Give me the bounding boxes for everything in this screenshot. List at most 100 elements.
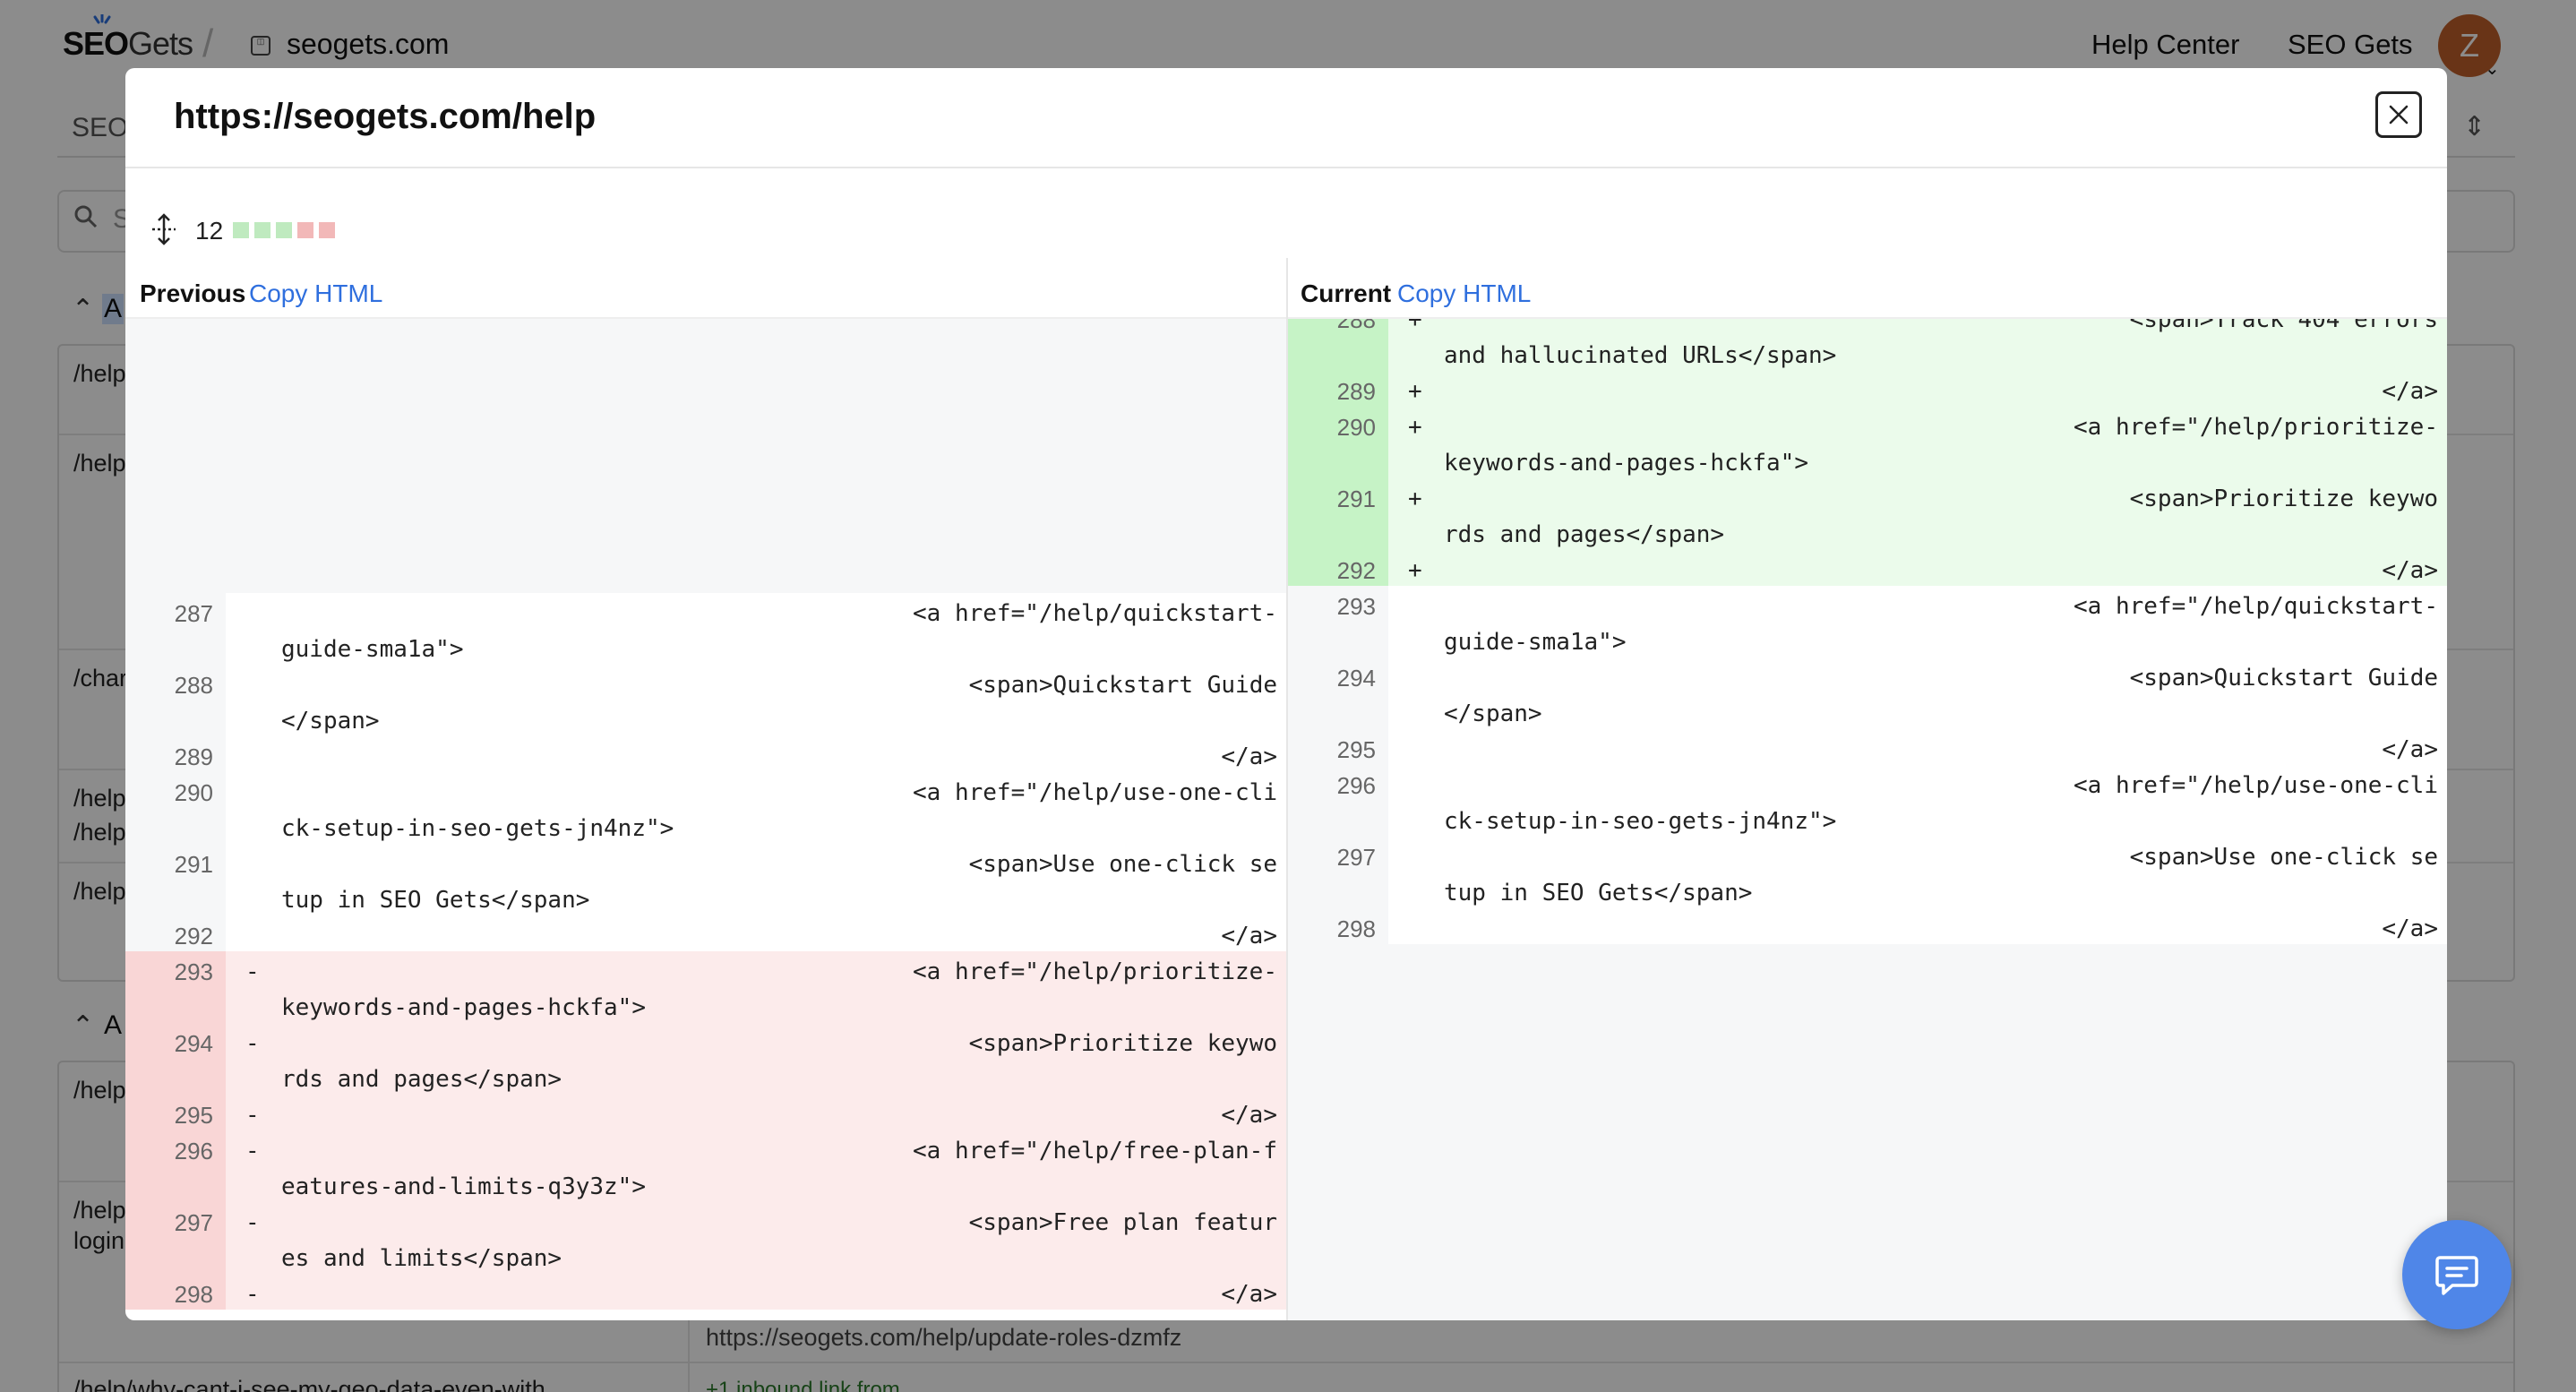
modal-header: https://seogets.com/help <box>125 68 2447 168</box>
changed-lines-count: 12 <box>195 217 224 245</box>
line-gutter: 293 <box>1288 586 1388 657</box>
context-line: 298 </a> <box>1288 908 2447 944</box>
code-line-part: <a href="/help/prioritize- <box>913 958 1277 985</box>
line-number: 289 <box>174 743 213 770</box>
code-line-part: </a> <box>2382 915 2438 942</box>
line-gutter: 291 <box>125 844 226 915</box>
line-number: 294 <box>1336 665 1376 692</box>
line-gutter: 296 <box>1288 765 1388 837</box>
diff-marker: + <box>1408 378 1422 405</box>
diff-stat-box <box>297 222 313 238</box>
line-number: 295 <box>174 1102 213 1129</box>
code-line-wrap: ck-setup-in-seo-gets-jn4nz"> <box>281 815 674 842</box>
code-line-wrap: keywords-and-pages-hckfa"> <box>281 994 646 1021</box>
previous-label: Previous <box>140 279 246 307</box>
line-number: 295 <box>1336 736 1376 763</box>
line-gutter: 294 <box>1288 657 1388 729</box>
code-line-part: <a href="/help/free-plan-f <box>913 1138 1277 1164</box>
diff-marker: + <box>1408 557 1422 584</box>
copy-current-html-button[interactable]: Copy HTML <box>1397 279 1531 308</box>
code-line-wrap: </span> <box>1444 700 1542 727</box>
line-number: 288 <box>1336 319 1376 333</box>
diff-marker: + <box>1408 414 1422 441</box>
line-gutter: 297 <box>125 1202 226 1274</box>
code-line-wrap: ck-setup-in-seo-gets-jn4nz"> <box>1444 808 1837 835</box>
code-line-part: <span>Use one-click se <box>968 851 1277 878</box>
line-number: 294 <box>174 1030 213 1057</box>
code-line-part: <span>Free plan featur <box>968 1209 1277 1236</box>
code-line-wrap: and hallucinated URLs</span> <box>1444 342 1837 369</box>
context-line: 297 <span>Use one-click se tup in SEO Gets… <box>1288 837 2447 908</box>
line-number: 297 <box>1336 844 1376 871</box>
added-line: 290 + <a href="/help/prioritize-keywords-a… <box>1288 407 2447 478</box>
code-line-part: <a href="/help/quickstart- <box>2074 593 2438 620</box>
diff-marker: - <box>245 1138 260 1164</box>
code-line-part: <span>Prioritize keywo <box>2129 485 2438 512</box>
diff-marker: - <box>245 1030 260 1057</box>
copy-previous-html-button[interactable]: Copy HTML <box>249 279 382 308</box>
line-number: 287 <box>174 600 213 627</box>
diff-marker: - <box>245 1209 260 1236</box>
diff-modal: https://seogets.com/help 12 Previous Cop… <box>125 68 2447 1320</box>
modal-title: https://seogets.com/help <box>174 97 597 136</box>
context-line: 295 </a> <box>1288 729 2447 765</box>
code-line-part: <span>Quickstart Guide <box>968 672 1277 699</box>
line-number: 298 <box>1336 915 1376 942</box>
close-button[interactable] <box>2375 91 2422 138</box>
line-gutter: 296 <box>125 1130 226 1202</box>
previous-diff-pane[interactable]: 287 <a href="/help/quickstart-guide-sma1a… <box>125 319 1286 1320</box>
context-line: 293 <a href="/help/quickstart-guide-sma1a… <box>1288 586 2447 657</box>
empty-diff-spacer <box>1288 944 2447 1320</box>
line-number: 289 <box>1336 378 1376 405</box>
line-gutter: 293 <box>125 951 226 1023</box>
line-number: 296 <box>174 1138 213 1164</box>
code-text: <span>Use one-click se tup in SEO Gets</s… <box>281 851 1277 915</box>
code-text: <span>Prioritize keywo rds and pages</spa… <box>1444 485 2438 550</box>
code-line-part: <a href="/help/use-one-cli <box>2074 772 2438 799</box>
added-line: 291 + <span>Prioritize keywo rds and pages<… <box>1288 478 2447 550</box>
code-line-part: </a> <box>1221 743 1277 770</box>
code-text: <span>Track 404 errors and hallucinated U… <box>1444 319 2438 371</box>
diff-stat-box <box>276 222 292 238</box>
code-text: <a href="/help/use-one-cli ck-setup-in-se… <box>281 779 1277 844</box>
line-gutter: 298 <box>125 1274 226 1310</box>
diff-stat-box <box>319 222 335 238</box>
code-line-part: <span>Prioritize keywo <box>968 1030 1277 1057</box>
context-line: 296 <a href="/help/use-one-cli ck-setup-in… <box>1288 765 2447 837</box>
added-line: 289 + </a> <box>1288 371 2447 407</box>
diff-marker: + <box>1408 319 1422 333</box>
code-line-part: <a href="/help/use-one-cli <box>913 779 1277 806</box>
code-text: </a> <box>281 923 1277 951</box>
line-number: 290 <box>1336 414 1376 441</box>
context-line: 288 <span>Quickstart Guide </span> <box>125 665 1286 736</box>
context-line: 289 </a> <box>125 736 1286 772</box>
line-gutter: 292 <box>125 915 226 951</box>
diff-marker: - <box>245 1281 260 1308</box>
line-gutter: 295 <box>1288 729 1388 765</box>
line-gutter: 289 <box>1288 371 1388 407</box>
line-gutter: 290 <box>125 772 226 844</box>
code-line-part: </a> <box>1221 923 1277 949</box>
code-line-part: </a> <box>2382 557 2438 584</box>
added-line: 288 + <span>Track 404 errors and hallucinat… <box>1288 319 2447 371</box>
code-line-wrap: tup in SEO Gets</span> <box>1444 880 1753 907</box>
line-number: 298 <box>174 1281 213 1308</box>
code-line-part: <a href="/help/prioritize- <box>2074 414 2438 441</box>
code-line-wrap: guide-sma1a"> <box>281 636 464 663</box>
line-gutter: 294 <box>125 1023 226 1095</box>
line-gutter: 288 <box>125 665 226 736</box>
current-diff-pane[interactable]: 288 + <span>Track 404 errors and hallucinat… <box>1288 319 2447 1320</box>
expand-fold-icon[interactable] <box>150 213 177 245</box>
code-text: </a> <box>1444 915 2438 944</box>
line-gutter: 290 <box>1288 407 1388 478</box>
context-line: 292 </a> <box>125 915 1286 951</box>
code-line-part: <span>Use one-click se <box>2129 844 2438 871</box>
chat-support-button[interactable] <box>2402 1220 2512 1329</box>
removed-line: 293- <a href="/help/prioritize-keywords-a… <box>125 951 1286 1023</box>
line-gutter: 287 <box>125 593 226 665</box>
code-text: </a> <box>281 1102 1277 1130</box>
close-icon <box>2389 105 2409 125</box>
code-text: <a href="/help/prioritize-keywords-and-p… <box>1444 414 2438 478</box>
diff-stat-box <box>254 222 270 238</box>
code-text: <a href="/help/quickstart-guide-sma1a"> <box>1444 593 2438 657</box>
